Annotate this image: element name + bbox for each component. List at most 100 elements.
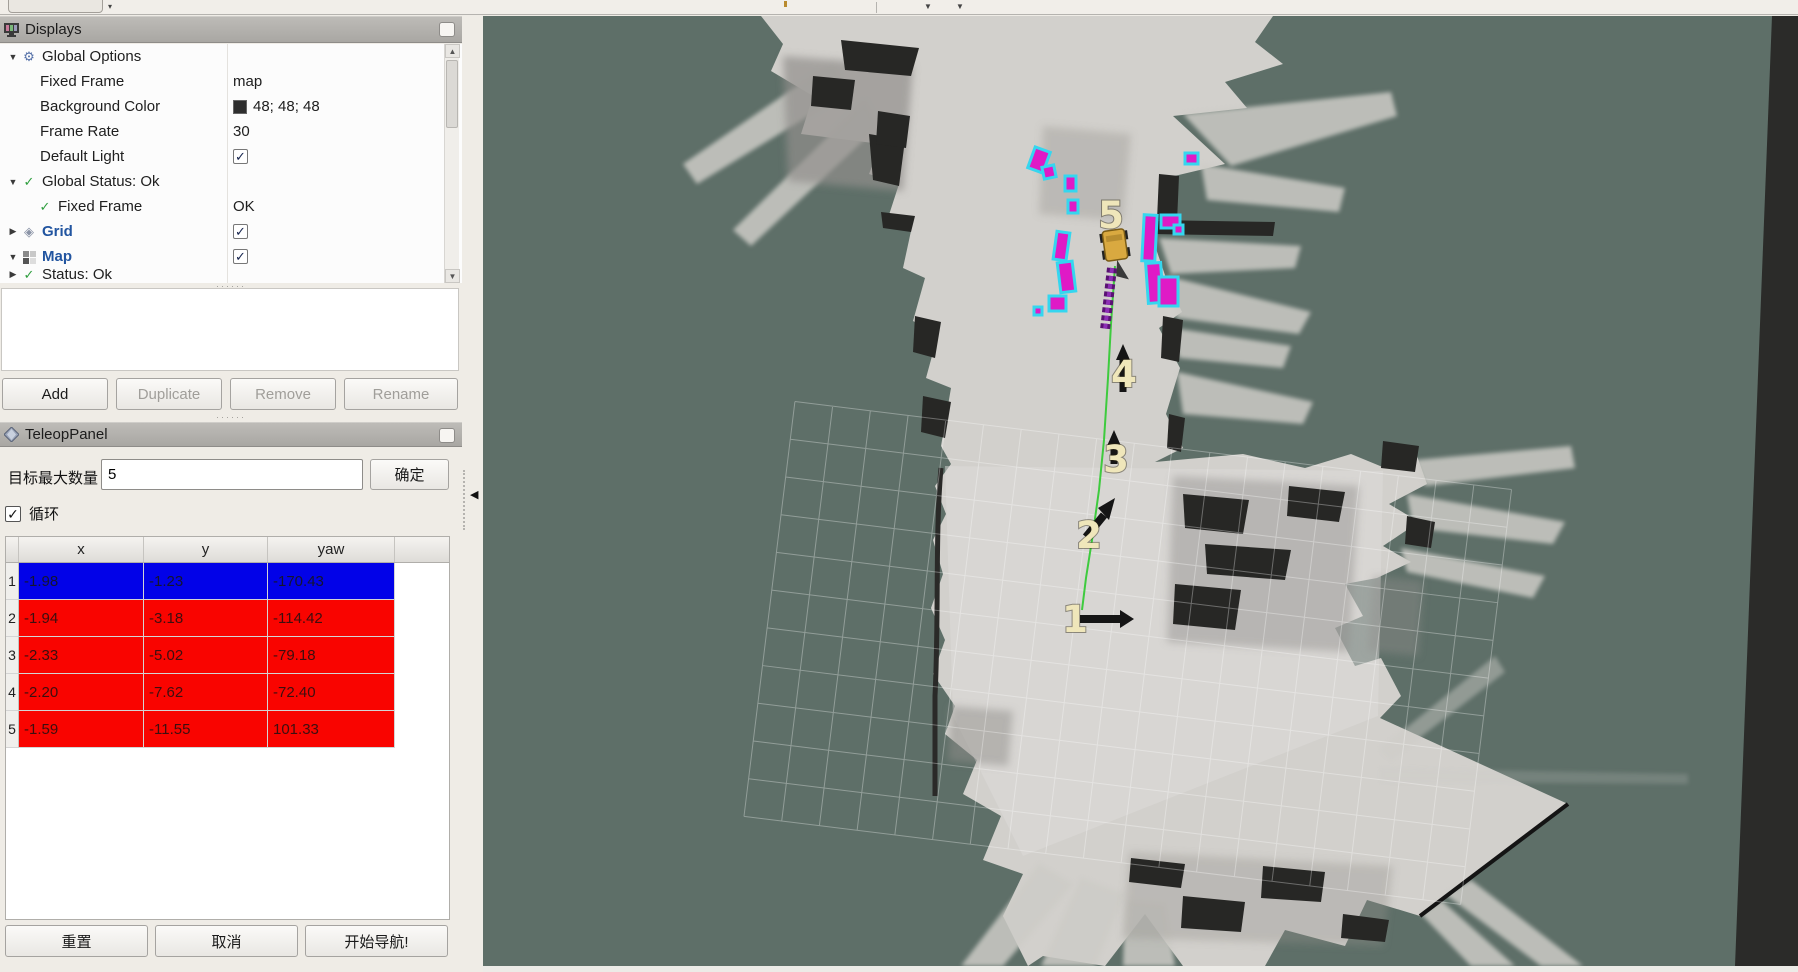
tree-row-default-light[interactable]: Default Light ✓ [0, 144, 462, 169]
tree-row-frame-rate[interactable]: Frame Rate 30 [0, 119, 462, 144]
svg-text:4: 4 [1111, 353, 1137, 396]
expander-icon[interactable]: ▶ [6, 226, 20, 237]
horizontal-splitter[interactable]: ······ [0, 415, 462, 420]
scroll-up-icon[interactable]: ▲ [445, 44, 460, 58]
start-navigation-button[interactable]: 开始导航! [305, 925, 448, 957]
map-canvas: 1 2 3 4 5 [483, 16, 1798, 966]
cell-yaw[interactable]: -170.43 [268, 563, 395, 600]
tree-value[interactable]: map [233, 69, 262, 94]
tree-label: Fixed Frame [58, 198, 142, 215]
chevron-down-icon[interactable]: ▾ [108, 2, 112, 12]
confirm-button[interactable]: 确定 [370, 459, 449, 490]
remove-display-button[interactable]: Remove [230, 378, 336, 410]
window-bottom-strip [483, 966, 1798, 972]
row-number[interactable]: 5 [6, 711, 19, 748]
tree-label: Default Light [40, 148, 124, 165]
cell-x[interactable]: -2.33 [19, 637, 144, 674]
add-display-button[interactable]: Add [2, 378, 108, 410]
rename-display-button[interactable]: Rename [344, 378, 458, 410]
max-goals-label: 目标最大数量 [8, 467, 98, 488]
cell-yaw[interactable]: 101.33 [268, 711, 395, 748]
cell-yaw[interactable]: -79.18 [268, 637, 395, 674]
vertical-splitter-handle[interactable] [463, 470, 465, 530]
cell-y[interactable]: -7.62 [144, 674, 268, 711]
cell-x[interactable]: -1.94 [19, 600, 144, 637]
scroll-down-icon[interactable]: ▼ [445, 269, 460, 283]
cell-yaw[interactable]: -114.42 [268, 600, 395, 637]
panel-collapse-icon[interactable]: ◀ [470, 488, 478, 501]
table-row[interactable]: 3 -2.33 -5.02 -79.18 [6, 637, 449, 674]
tree-row-background-color[interactable]: Background Color 48; 48; 48 [0, 94, 462, 119]
tree-value: OK [233, 194, 255, 219]
tree-label: Status: Ok [42, 269, 112, 280]
expander-icon[interactable]: ▼ [6, 177, 20, 187]
dropdown-arrow-icon[interactable]: ▼ [924, 2, 932, 12]
gear-icon: ⚙ [20, 49, 38, 65]
cell-x[interactable]: -1.98 [19, 563, 144, 600]
teleop-panel-titlebar[interactable]: TeleopPanel [0, 422, 462, 447]
table-row[interactable]: 1 -1.98 -1.23 -170.43 [6, 563, 449, 600]
tree-scrollbar[interactable]: ▲ ▼ [444, 44, 459, 283]
loop-checkbox-row[interactable]: ✓ 循环 [5, 503, 59, 524]
svg-text:1: 1 [1062, 598, 1088, 641]
cell-yaw[interactable]: -72.40 [268, 674, 395, 711]
cell-x[interactable]: -1.59 [19, 711, 144, 748]
tree-label: Fixed Frame [40, 73, 124, 90]
checkbox[interactable]: ✓ [233, 224, 248, 239]
color-swatch[interactable] [233, 100, 247, 114]
table-row[interactable]: 2 -1.94 -3.18 -114.42 [6, 600, 449, 637]
tree-row-global-options[interactable]: ▼ ⚙ Global Options [0, 44, 462, 69]
tree-row-map-status-partial[interactable]: ▶ ✓ Status: Ok [0, 269, 462, 280]
tree-value[interactable]: 30 [233, 119, 250, 144]
row-number[interactable]: 1 [6, 563, 19, 600]
cell-x[interactable]: -2.20 [19, 674, 144, 711]
tree-value: ✓ [233, 219, 248, 244]
table-row[interactable]: 4 -2.20 -7.62 -72.40 [6, 674, 449, 711]
grid-display-icon: ◈ [20, 224, 38, 240]
reset-button[interactable]: 重置 [5, 925, 148, 957]
cell-y[interactable]: -3.18 [144, 600, 268, 637]
tree-value: ✓ [233, 144, 248, 169]
displays-icon [4, 23, 19, 37]
cell-y[interactable]: -1.23 [144, 563, 268, 600]
scrollbar-thumb[interactable] [446, 60, 458, 128]
rviz-3d-viewport[interactable]: 1 2 3 4 5 [483, 16, 1798, 966]
tree-row-map[interactable]: ▼ Map ✓ [0, 244, 462, 269]
tree-row-fixed-frame[interactable]: Fixed Frame map [0, 69, 462, 94]
svg-text:2: 2 [1076, 514, 1102, 557]
tree-row-fixed-frame-status[interactable]: ✓ Fixed Frame OK [0, 194, 462, 219]
cell-y[interactable]: -11.55 [144, 711, 268, 748]
toolbar-tab[interactable] [8, 0, 103, 13]
duplicate-display-button[interactable]: Duplicate [116, 378, 222, 410]
table-row[interactable]: 5 -1.59 -11.55 101.33 [6, 711, 449, 748]
loop-checkbox[interactable]: ✓ [5, 506, 21, 522]
expander-icon[interactable]: ▶ [6, 269, 20, 280]
row-number[interactable]: 4 [6, 674, 19, 711]
row-number[interactable]: 2 [6, 600, 19, 637]
cell-y[interactable]: -5.02 [144, 637, 268, 674]
teleop-panel-title: TeleopPanel [25, 426, 108, 443]
max-goals-input[interactable] [101, 459, 363, 490]
map-display-icon [20, 249, 38, 264]
displays-tree: ▼ ⚙ Global Options Fixed Frame map Backg… [0, 44, 462, 283]
tree-row-grid[interactable]: ▶ ◈ Grid ✓ [0, 219, 462, 244]
goal-marker-3: 3 [1103, 430, 1129, 481]
displays-panel-titlebar[interactable]: Displays [0, 16, 462, 43]
checkbox[interactable]: ✓ [233, 249, 248, 264]
tree-value: ✓ [233, 244, 248, 269]
tree-value[interactable]: 48; 48; 48 [233, 94, 320, 119]
dropdown-arrow-icon[interactable]: ▼ [956, 2, 964, 12]
column-header-yaw[interactable]: yaw [268, 537, 395, 562]
checkbox[interactable]: ✓ [233, 149, 248, 164]
table-corner [6, 537, 19, 562]
tree-row-global-status[interactable]: ▼ ✓ Global Status: Ok [0, 169, 462, 194]
panel-float-button[interactable] [439, 22, 455, 37]
row-number[interactable]: 3 [6, 637, 19, 674]
side-panel: Displays ▼ ⚙ Global Options Fixed Frame … [0, 15, 483, 972]
expander-icon[interactable]: ▼ [6, 52, 20, 62]
column-header-y[interactable]: y [144, 537, 268, 562]
panel-float-button[interactable] [439, 428, 455, 443]
cancel-button[interactable]: 取消 [155, 925, 298, 957]
column-header-x[interactable]: x [19, 537, 144, 562]
expander-icon[interactable]: ▼ [6, 252, 20, 262]
